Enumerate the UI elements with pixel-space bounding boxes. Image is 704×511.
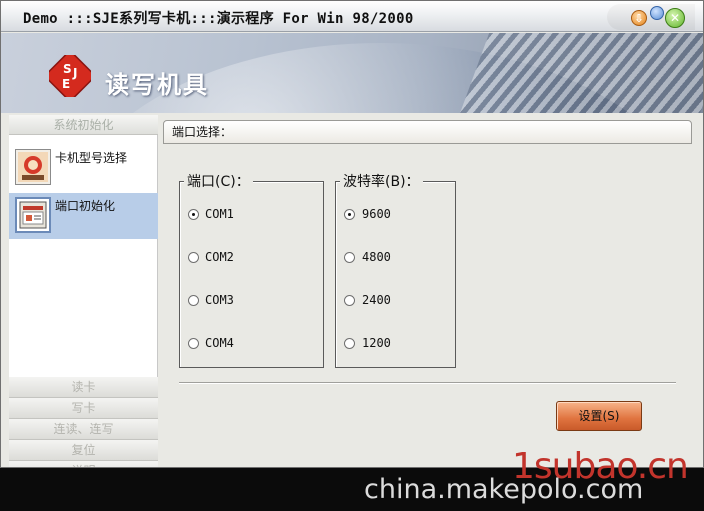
sidebar-item-label: 端口初始化: [55, 199, 116, 213]
app-window: Demo :::SJE系列写卡机:::演示程序 For Win 98/2000 …: [0, 0, 704, 468]
baud-group-legend: 波特率(B)：: [340, 171, 423, 191]
svg-text:S: S: [63, 62, 72, 76]
radio-label: COM1: [205, 207, 234, 221]
sidebar: 系统初始化 卡机型号选择 端口初始化 读卡 写卡 连读、连写 复位: [9, 115, 158, 467]
watermark-secondary: china.makepolo.com: [364, 474, 644, 505]
radio-label: 4800: [362, 250, 391, 264]
radio-button[interactable]: [344, 295, 355, 306]
minimize-icon: ⇩: [634, 12, 644, 25]
port-selection-header: 端口选择：: [163, 120, 692, 144]
title-bar[interactable]: Demo :::SJE系列写卡机:::演示程序 For Win 98/2000 …: [1, 1, 703, 32]
set-button[interactable]: 设置(S): [556, 401, 642, 431]
radio-button[interactable]: [188, 295, 199, 306]
radio-label: 9600: [362, 207, 391, 221]
port-group-legend: 端口(C)：: [184, 171, 253, 191]
sidebar-section-read[interactable]: 读卡: [9, 377, 158, 398]
port-group: 端口(C)： COM1 COM2 COM3 COM4: [179, 171, 324, 368]
sje-logo-icon: S J E: [49, 55, 91, 97]
main-content: 端口选择： 端口(C)： COM1 COM2 COM3 COM4 波特率(B)：: [159, 115, 703, 467]
radio-label: 2400: [362, 293, 391, 307]
sidebar-bottom-sections: 读卡 写卡 连读、连写 复位 说明: [9, 377, 158, 467]
port-config-icon: [15, 197, 51, 233]
svg-text:E: E: [62, 77, 70, 91]
radio-label: 1200: [362, 336, 391, 350]
card-reader-icon: [15, 149, 51, 185]
radio-button[interactable]: [344, 252, 355, 263]
banner: S J E 读写机具: [1, 33, 703, 113]
title-buttons: ⇩ ✕: [607, 4, 695, 30]
minimize-button[interactable]: ⇩: [631, 10, 647, 26]
svg-text:J: J: [72, 66, 77, 80]
radio-button[interactable]: [188, 209, 199, 220]
radio-button[interactable]: [344, 209, 355, 220]
radio-button[interactable]: [188, 338, 199, 349]
banner-decoration: [445, 33, 703, 113]
sidebar-section-help[interactable]: 说明: [9, 461, 158, 467]
close-button[interactable]: ✕: [665, 8, 685, 28]
sidebar-item-port-init[interactable]: 端口初始化: [9, 193, 158, 239]
radio-button[interactable]: [188, 252, 199, 263]
radio-label: COM3: [205, 293, 234, 307]
banner-title: 读写机具: [105, 71, 209, 99]
maximize-button[interactable]: [650, 6, 664, 20]
sidebar-section-write[interactable]: 写卡: [9, 398, 158, 419]
sidebar-section-reset[interactable]: 复位: [9, 440, 158, 461]
radio-button[interactable]: [344, 338, 355, 349]
radio-label: COM2: [205, 250, 234, 264]
radio-label: COM4: [205, 336, 234, 350]
divider: [179, 382, 676, 384]
sidebar-item-label: 卡机型号选择: [55, 151, 128, 165]
window-title: Demo :::SJE系列写卡机:::演示程序 For Win 98/2000: [23, 11, 414, 27]
sidebar-item-card-model[interactable]: 卡机型号选择: [9, 145, 158, 191]
baud-rate-group: 波特率(B)： 9600 4800 2400 1200: [335, 171, 456, 368]
sidebar-section-continuous[interactable]: 连读、连写: [9, 419, 158, 440]
close-icon: ✕: [669, 11, 681, 25]
sidebar-section-init[interactable]: 系统初始化: [9, 115, 158, 135]
